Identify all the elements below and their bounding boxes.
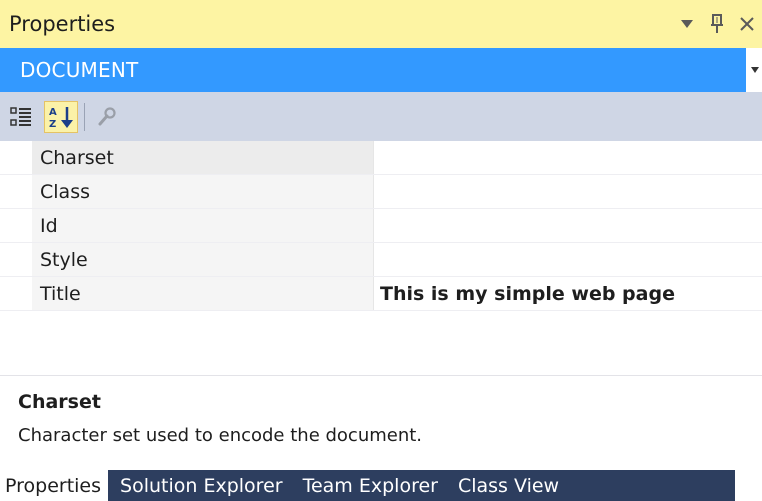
property-row[interactable]: Charset [0,141,762,175]
property-value[interactable]: This is my simple web page [374,277,762,310]
property-row[interactable]: Title This is my simple web page [0,277,762,311]
property-value[interactable] [374,141,762,174]
property-value[interactable] [374,209,762,242]
property-value[interactable] [374,243,762,276]
pin-icon[interactable] [702,14,732,34]
property-name[interactable]: Charset [32,141,374,174]
chevron-down-icon[interactable] [748,48,762,92]
svg-text:Z: Z [49,119,56,130]
tab-solution-explorer[interactable]: Solution Explorer [108,470,291,501]
property-name[interactable]: Style [32,243,374,276]
window-controls [672,0,762,48]
property-name[interactable]: Id [32,209,374,242]
description-title: Charset [18,391,101,413]
tab-properties[interactable]: Properties [0,470,109,501]
description-divider[interactable] [0,375,762,376]
alphabetical-sort-icon[interactable]: A Z [44,100,78,133]
wrench-icon[interactable] [91,101,123,133]
property-row[interactable]: Class [0,175,762,209]
tab-class-view[interactable]: Class View [446,470,567,501]
tool-window-tabs: Properties Solution Explorer Team Explor… [0,470,735,501]
categorized-icon[interactable] [6,101,38,133]
toolbar-separator [84,102,85,131]
property-row[interactable]: Style [0,243,762,277]
property-name[interactable]: Title [32,277,374,310]
description-text: Character set used to encode the documen… [18,425,423,446]
property-row[interactable]: Id [0,209,762,243]
close-icon[interactable] [732,16,762,32]
triangle-down-icon[interactable] [672,19,702,29]
property-grid: Charset Class Id Style Title This is my … [0,141,762,311]
svg-text:A: A [49,107,57,118]
window-title: Properties [9,12,116,36]
window-title-bar: Properties [0,0,762,48]
property-value[interactable] [374,175,762,208]
object-selector-value: DOCUMENT [20,58,139,82]
tab-team-explorer[interactable]: Team Explorer [291,470,446,501]
object-selector[interactable]: DOCUMENT [0,48,746,92]
property-name[interactable]: Class [32,175,374,208]
properties-toolbar: A Z [0,92,762,141]
